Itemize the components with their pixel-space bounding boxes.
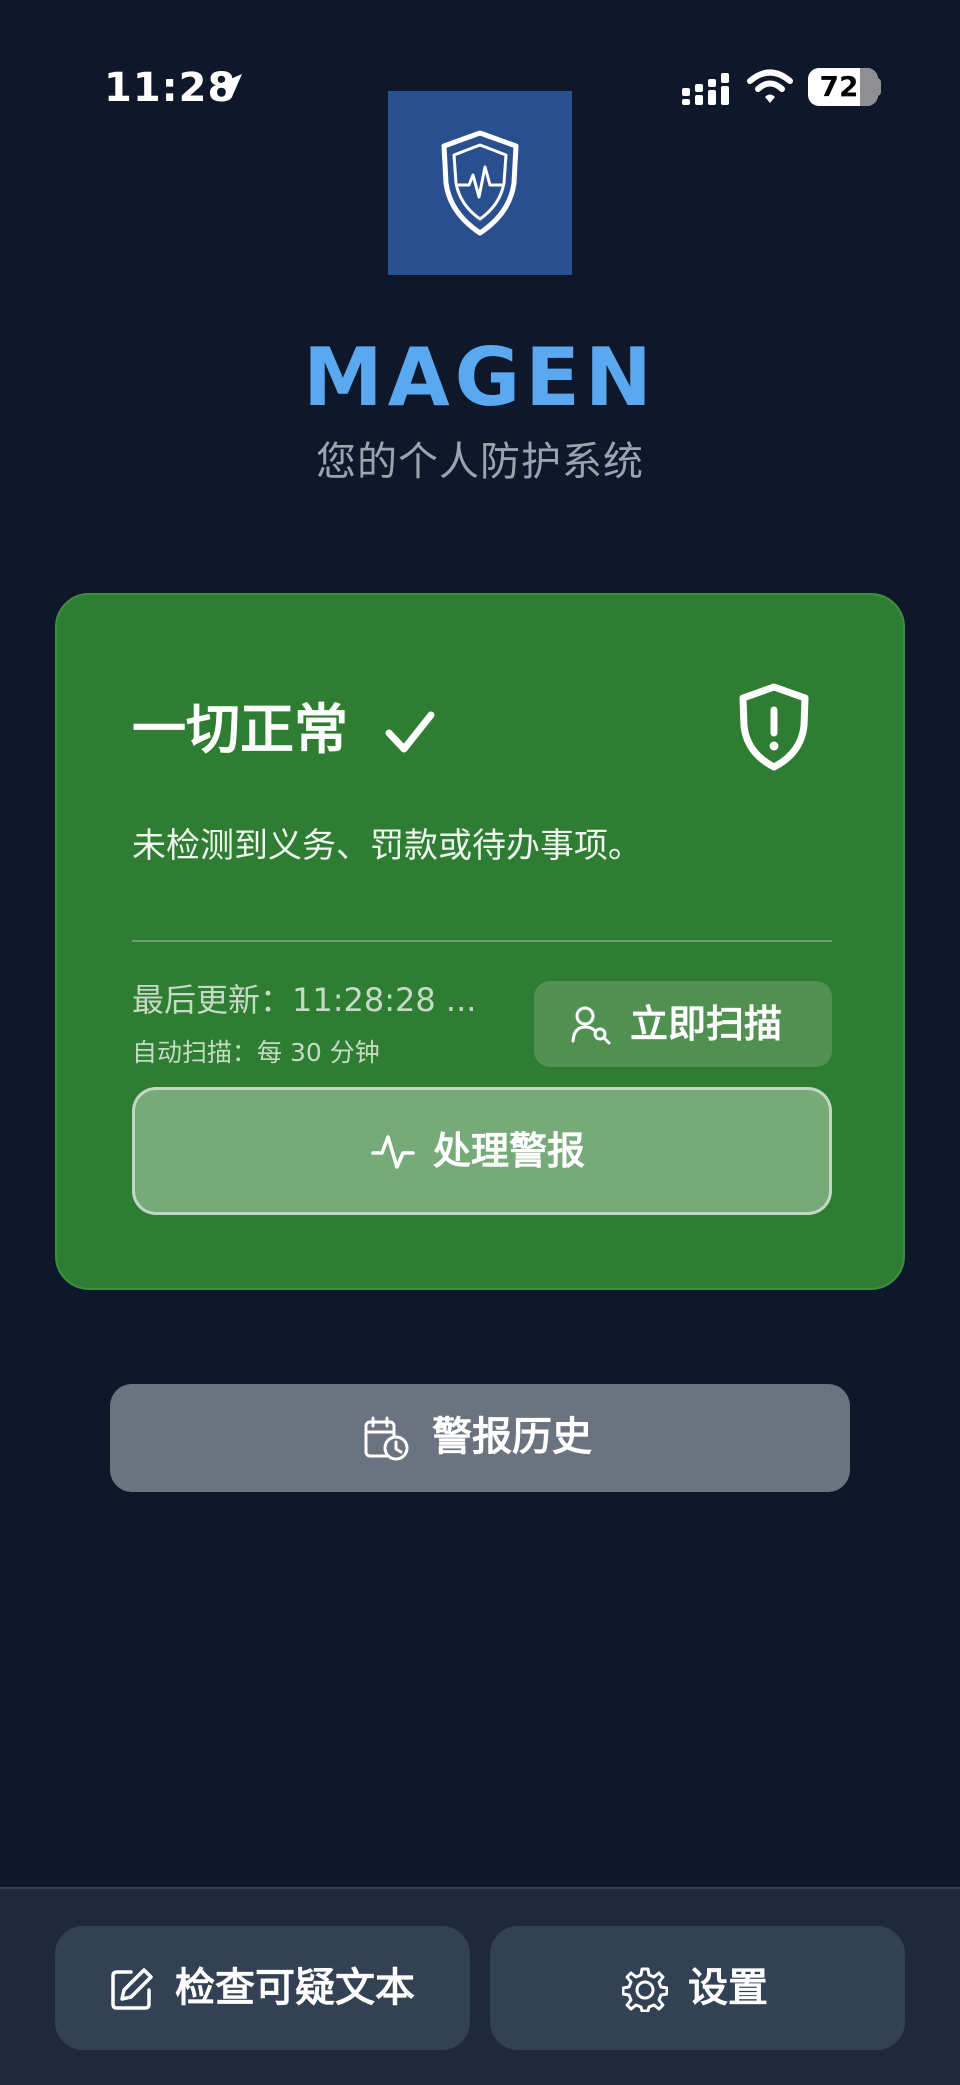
app-logo	[388, 91, 572, 275]
app-subtitle: 您的个人防护系统	[316, 439, 644, 485]
battery-indicator: 72	[808, 68, 878, 106]
shield-heartbeat-icon	[441, 130, 519, 236]
calendar-clock-icon	[364, 1416, 409, 1461]
shield-alert-icon	[739, 683, 809, 771]
scan-now-button[interactable]: 立即扫描	[534, 981, 832, 1067]
battery-percentage: 72	[819, 70, 859, 103]
app-title: MAGEN	[303, 331, 657, 424]
settings-label: 设置	[688, 1965, 768, 2011]
check-suspicious-text-button[interactable]: 检查可疑文本	[55, 1926, 470, 2050]
wifi-icon	[747, 69, 793, 103]
battery-nub	[876, 78, 881, 96]
checkmark-icon	[385, 711, 435, 753]
handle-alerts-button[interactable]: 处理警报	[132, 1087, 832, 1215]
last-update-text: 最后更新：11:28:28 ...	[132, 981, 477, 1019]
auto-scan-text: 自动扫描：每 30 分钟	[132, 1038, 380, 1067]
status-card: 一切正常 未检测到义务、罚款或待办事项。 最后更新：11:28:28 ... 自…	[55, 593, 905, 1290]
activity-pulse-icon	[371, 1135, 415, 1169]
handle-alerts-label: 处理警报	[433, 1129, 586, 1173]
edit-icon	[111, 1968, 153, 2010]
cellular-signal-icon	[682, 73, 729, 105]
alert-history-label: 警报历史	[432, 1414, 592, 1460]
settings-button[interactable]: 设置	[490, 1926, 905, 2050]
card-divider	[132, 940, 832, 942]
status-message: 未检测到义务、罚款或待办事项。	[132, 826, 642, 866]
user-search-icon	[571, 1006, 611, 1045]
check-suspicious-text-label: 检查可疑文本	[175, 1965, 415, 2011]
alert-history-button[interactable]: 警报历史	[110, 1384, 850, 1492]
status-title: 一切正常	[132, 698, 348, 761]
gear-icon	[622, 1967, 668, 2012]
location-arrow-icon	[218, 74, 242, 98]
scan-now-label: 立即扫描	[630, 1002, 783, 1046]
bottom-navigation: 检查可疑文本 设置	[0, 1887, 960, 2085]
